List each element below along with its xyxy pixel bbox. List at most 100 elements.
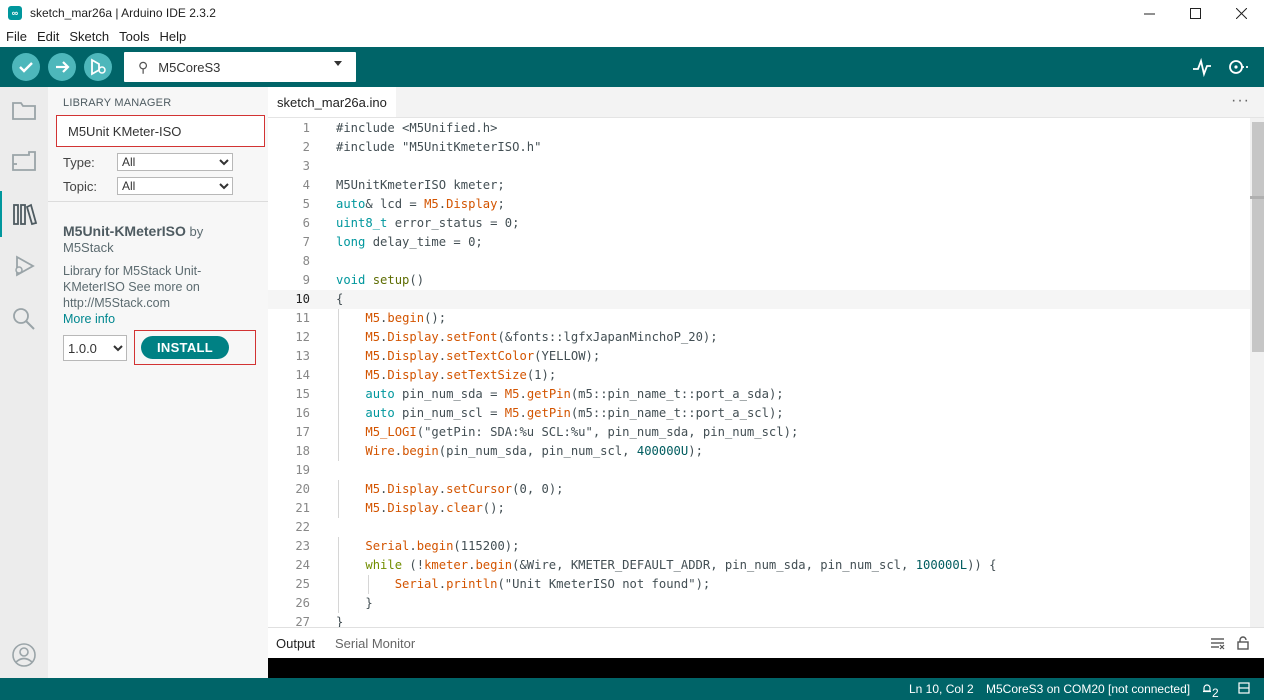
code-line[interactable]: 18 Wire.begin(pin_num_sda, pin_num_scl, …	[268, 442, 1250, 461]
code-token: {	[336, 292, 344, 306]
close-button[interactable]	[1218, 0, 1264, 26]
code-line[interactable]: 9 void setup()	[268, 271, 1250, 290]
code-line[interactable]: 25 Serial.println("Unit KmeterISO not fo…	[268, 575, 1250, 594]
notification-count: 2	[1212, 686, 1219, 700]
menu-tools[interactable]: Tools	[114, 29, 154, 44]
close-icon	[1235, 7, 1247, 19]
menu-edit[interactable]: Edit	[32, 29, 64, 44]
code-line[interactable]: 23 Serial.begin(115200);	[268, 537, 1250, 556]
code-line[interactable]: 4 M5UnitKmeterISO kmeter;	[268, 176, 1250, 195]
serial-plotter-button[interactable]	[1192, 57, 1212, 80]
maximize-button[interactable]	[1172, 0, 1218, 26]
library-manager-button[interactable]	[0, 191, 48, 237]
search-button[interactable]	[0, 295, 48, 341]
code-line[interactable]: 3	[268, 157, 1250, 176]
profile-button[interactable]	[0, 632, 48, 678]
code-line[interactable]: 15 auto pin_num_sda = M5.getPin(m5::pin_…	[268, 385, 1250, 404]
version-select[interactable]: 1.0.0	[63, 335, 127, 361]
menu-file[interactable]: File	[0, 29, 32, 44]
install-button[interactable]: INSTALL	[141, 336, 229, 359]
board-selector[interactable]: ⚲ M5CoreS3	[124, 52, 356, 82]
verify-button[interactable]	[12, 53, 40, 81]
code-line[interactable]: 14 M5.Display.setTextSize(1);	[268, 366, 1250, 385]
code-line[interactable]: 11 M5.begin();	[268, 309, 1250, 328]
code-line[interactable]: 21 M5.Display.clear();	[268, 499, 1250, 518]
line-number: 7	[302, 235, 310, 249]
code-token: setTextColor	[446, 349, 535, 363]
boards-manager-button[interactable]	[0, 138, 48, 184]
code-token: .	[519, 406, 527, 420]
folder-icon	[12, 102, 36, 120]
code-line[interactable]: 7 long delay_time = 0;	[268, 233, 1250, 252]
clear-output-button[interactable]	[1210, 636, 1226, 653]
code-token: (pin_num_sda, pin_num_scl,	[438, 444, 637, 458]
code-token: .	[438, 577, 447, 591]
menu-help[interactable]: Help	[154, 29, 191, 44]
debug-button[interactable]	[84, 53, 112, 81]
code-line[interactable]: 20 M5.Display.setCursor(0, 0);	[268, 480, 1250, 499]
code-line[interactable]: 27}	[268, 613, 1250, 627]
scrollbar-thumb[interactable]	[1252, 122, 1264, 352]
code-line[interactable]: 10 {	[268, 290, 1250, 309]
menu-bar: File Edit Sketch Tools Help	[0, 26, 1264, 47]
code-token: M5UnitKmeterISO kmeter;	[336, 178, 505, 192]
code-token: ()	[409, 273, 425, 287]
notifications-button[interactable]: 2	[1202, 682, 1219, 700]
debug-view-button[interactable]	[0, 243, 48, 289]
more-actions-icon[interactable]: ···	[1231, 92, 1250, 110]
code-line[interactable]: 26 }	[268, 594, 1250, 613]
code-editor: sketch_mar26a.ino ··· 1 #include <M5Unifi…	[268, 87, 1264, 627]
code-token: begin	[387, 311, 425, 325]
code-line[interactable]: 22	[268, 518, 1250, 537]
code-token: while	[365, 558, 403, 572]
code-text: M5.Display.setFont(&fonts::lgfxJapanMinc…	[336, 328, 717, 347]
code-token: Serial	[394, 577, 439, 591]
scroll-lock-button[interactable]	[1236, 636, 1250, 653]
tab-serial-monitor[interactable]: Serial Monitor	[335, 636, 415, 651]
code-token: ("Unit KmeterISO not found");	[497, 577, 711, 591]
code-line[interactable]: 19	[268, 461, 1250, 480]
type-filter-select[interactable]: All	[117, 153, 233, 171]
code-line[interactable]: 13 M5.Display.setTextColor(YELLOW);	[268, 347, 1250, 366]
menu-sketch[interactable]: Sketch	[64, 29, 114, 44]
cursor-position[interactable]: Ln 10, Col 2	[909, 682, 974, 696]
code-line[interactable]: 24 while (!kmeter.begin(&Wire, KMETER_DE…	[268, 556, 1250, 575]
serial-monitor-button[interactable]	[1226, 57, 1250, 80]
code-token: 400000U	[636, 444, 689, 458]
topic-filter-select[interactable]: All	[117, 177, 233, 195]
sketchbook-button[interactable]	[0, 87, 48, 133]
library-search-input[interactable]	[56, 115, 265, 147]
code-token: M5	[365, 368, 381, 382]
code-line[interactable]: 12 M5.Display.setFont(&fonts::lgfxJapanM…	[268, 328, 1250, 347]
tab-sketch-file[interactable]: sketch_mar26a.ino	[268, 87, 396, 117]
upload-button[interactable]	[48, 53, 76, 81]
more-info-link[interactable]: More info	[63, 311, 259, 327]
code-line[interactable]: 2 #include "M5UnitKmeterISO.h"	[268, 138, 1250, 157]
code-token: #include <M5Unified.h>	[336, 121, 498, 135]
code-line[interactable]: 6 uint8_t error_status = 0;	[268, 214, 1250, 233]
code-token: kmeter	[424, 558, 469, 572]
lock-icon	[1237, 636, 1249, 650]
code-token: (1);	[526, 368, 557, 382]
code-line[interactable]: 1 #include <M5Unified.h>	[268, 119, 1250, 138]
scrollbar-current-line-marker	[1250, 196, 1264, 199]
line-number: 20	[295, 482, 310, 496]
board-port-status[interactable]: M5CoreS3 on COM20 [not connected]	[986, 682, 1190, 696]
line-number: 15	[295, 387, 310, 401]
status-menu-button[interactable]	[1238, 682, 1250, 696]
minimize-button[interactable]	[1126, 0, 1172, 26]
editor-scrollbar[interactable]	[1250, 118, 1264, 627]
library-description-line: KMeterISO See more on	[63, 280, 200, 294]
code-text: Serial.begin(115200);	[336, 537, 519, 556]
output-console[interactable]	[268, 658, 1264, 679]
code-area[interactable]: 1 #include <M5Unified.h> 2 #include "M5Unit…	[268, 118, 1250, 627]
tab-output[interactable]: Output	[276, 636, 315, 651]
code-line[interactable]: 5 auto& lcd = M5.Display;	[268, 195, 1250, 214]
code-line[interactable]: 8	[268, 252, 1250, 271]
code-line[interactable]: 16 auto pin_num_scl = M5.getPin(m5::pin_…	[268, 404, 1250, 423]
code-line[interactable]: 17 M5_LOGI("getPin: SDA:%u SCL:%u", pin_…	[268, 423, 1250, 442]
code-text: void setup()	[336, 271, 424, 290]
